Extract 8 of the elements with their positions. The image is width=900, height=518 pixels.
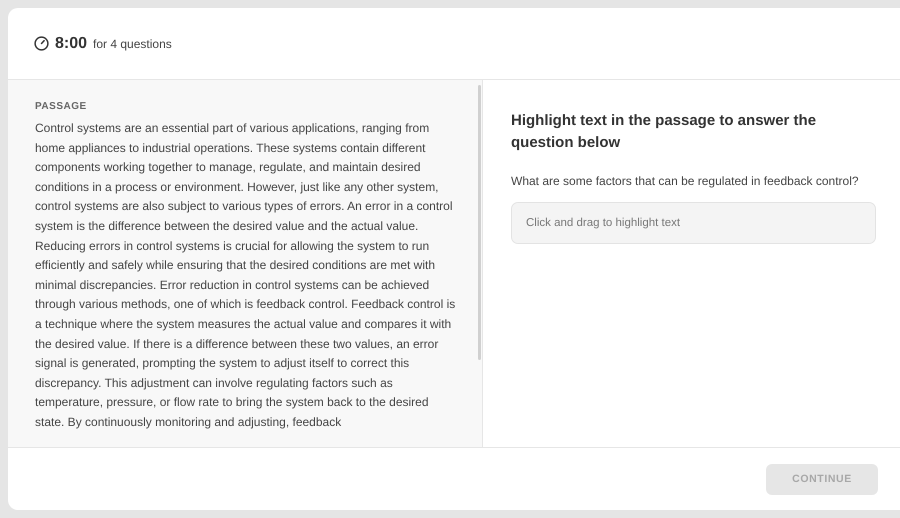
question-count: for 4 questions (93, 36, 172, 50)
question-text: What are some factors that can be regulated in feedback control? (511, 174, 860, 188)
timer-value: 8:00 (55, 34, 88, 52)
instruction-heading: Highlight text in the passage to answer the question below (511, 111, 818, 153)
passage-label: PASSAGE (35, 101, 88, 112)
timer-icon (34, 36, 49, 51)
passage-text: Control systems are an essential part of various applications, ranging from home appliances to industrial operations. These systems contain different components working together to manage, regulate, and maintain desired conditions in a process or environment. However, just like any other system, control systems are also subject to various types of errors. An error in a control system is the difference between the desired value and the actual value. Reducing errors in control systems is crucial for allowing the system to run efficiently and safely while ensuring that the desired conditions are met with minimal discrepancies. Error reduction in control systems can be achieved through various methods, one of which is feedback control. Feedback control is a technique where the system measures the actual value and compares it with the desired value. If there is a difference between these two values, an error signal is generated, prompting the system to adjust itself to correct this discrepancy. This adjustment can involve regulating factors such as temperature, pressure, or flow rate to bring the system back to the desired state. By continuously monitoring and adjusting, feedback (35, 120, 456, 431)
answer-field[interactable]: Click and drag to highlight text (511, 202, 876, 244)
